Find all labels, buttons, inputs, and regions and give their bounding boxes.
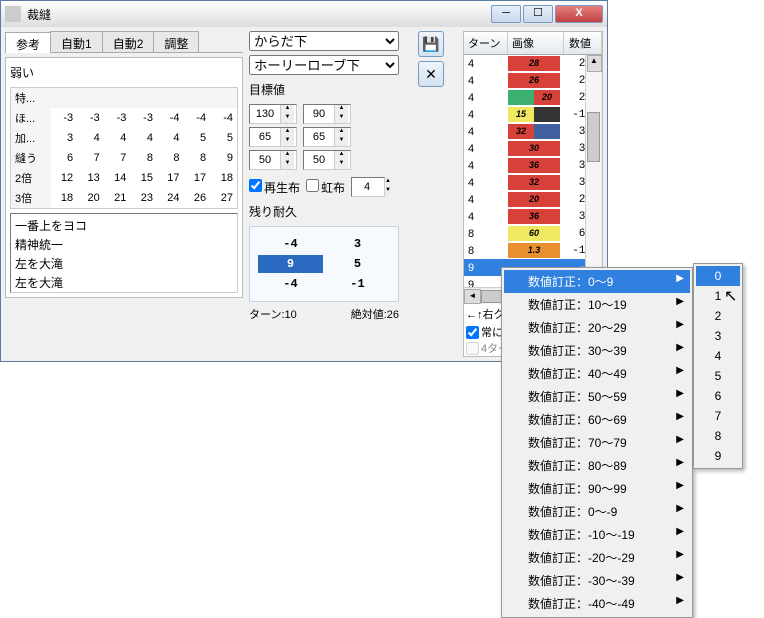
table-row[interactable]: 42828 [464,55,602,72]
titlebar: 裁縫 ─ ☐ X [1,1,607,27]
table-row[interactable]: 86060 [464,225,602,242]
table-row[interactable]: 415-15 [464,106,602,123]
weak-label: 弱い [10,64,238,81]
left-panel: 弱い 特...ほ...-3-3-3-3-4-4-4加...3444455縫う67… [5,57,243,298]
table-row[interactable]: 43232 [464,174,602,191]
target-label: 目標値 [249,81,399,98]
table-row[interactable]: 42024 [464,89,602,106]
menu-item[interactable]: 数値訂正：90～99▶ [504,477,690,500]
abs-value: 絶対値:26 [351,306,399,322]
calc-panel: -4395-4-1 [249,226,399,302]
close-button[interactable]: X [555,5,603,23]
target-spinner[interactable]: ▲▼ [249,127,297,147]
context-submenu[interactable]: 0123456789 [693,263,743,469]
category-combo[interactable]: からだ下 [249,31,399,51]
minimize-button[interactable]: ─ [491,5,521,23]
regen-checkbox[interactable]: 再生布 [249,179,300,196]
action-listbox[interactable]: 一番上をヨコ精神統一左を大滝左を大滝精神統一右を大滝 [10,213,238,293]
app-icon [5,6,21,22]
vertical-scrollbar[interactable]: ▲▼ [585,55,602,287]
list-item[interactable]: 一番上をヨコ [13,216,235,235]
tab-2[interactable]: 自動2 [102,31,155,52]
submenu-item[interactable]: 5 [696,366,740,386]
menu-item[interactable]: 数値訂正：20～29▶ [504,316,690,339]
remain-label: 残り耐久 [249,203,399,220]
menu-item[interactable]: 数値訂正：40～49▶ [504,362,690,385]
tab-3[interactable]: 調整 [153,31,199,52]
table-row[interactable]: 43636 [464,208,602,225]
submenu-item[interactable]: 2 [696,306,740,326]
table-row[interactable]: 43634 [464,157,602,174]
table-row[interactable]: 42026 [464,191,602,208]
submenu-item[interactable]: 4 [696,346,740,366]
table-row[interactable]: 43034 [464,140,602,157]
menu-item[interactable]: 数値訂正：-30～-39▶ [504,569,690,592]
submenu-item[interactable]: 0 [696,266,740,286]
submenu-item[interactable]: 9 [696,446,740,466]
col-image-header[interactable]: 画像 [508,32,564,54]
menu-item[interactable]: 数値訂正：60～69▶ [504,408,690,431]
menu-item[interactable]: 数値訂正：-20～-29▶ [504,546,690,569]
list-item[interactable]: 精神統一 [13,292,235,293]
submenu-item[interactable]: 1 [696,286,740,306]
tab-0[interactable]: 参考 [5,32,51,53]
col-value-header[interactable]: 数値 [564,32,602,54]
save-button[interactable]: 💾 [418,31,444,57]
cancel-button[interactable]: ✕ [418,61,444,87]
col-turn-header[interactable]: ターン [464,32,508,54]
submenu-item[interactable]: 8 [696,426,740,446]
context-menu[interactable]: 数値訂正：0～9▶数値訂正：10～19▶数値訂正：20～29▶数値訂正：30～3… [501,267,693,618]
target-spinner[interactable]: ▲▼ [303,104,351,124]
always-regen-checkbox[interactable] [466,326,479,339]
mid-panel: からだ下 ホーリーローブ下 目標値 ▲▼▲▼▲▼▲▼▲▼▲▼ 再生布 虹布 ▲▼… [249,31,399,357]
table-row[interactable]: 43232 [464,123,602,140]
menu-item[interactable]: 数値訂正：10～19▶ [504,293,690,316]
submenu-item[interactable]: 7 [696,406,740,426]
target-spinner[interactable]: ▲▼ [249,104,297,124]
tab-1[interactable]: 自動1 [50,31,103,52]
table-row[interactable]: 81.3-13 [464,242,602,259]
rainbow-checkbox[interactable]: 虹布 [306,179,345,196]
maximize-button[interactable]: ☐ [523,5,553,23]
menu-item[interactable]: 数値訂正：70～79▶ [504,431,690,454]
target-spinner[interactable]: ▲▼ [249,150,297,170]
difficulty-table: 特...ほ...-3-3-3-3-4-4-4加...3444455縫う67788… [10,87,238,209]
submenu-item[interactable]: 6 [696,386,740,406]
every4-checkbox [466,342,479,355]
item-combo[interactable]: ホーリーローブ下 [249,55,399,75]
menu-item[interactable]: 数値訂正：0～9▶ [504,270,690,293]
menu-item[interactable]: 数値訂正：30～39▶ [504,339,690,362]
list-item[interactable]: 精神統一 [13,235,235,254]
menu-item[interactable]: 数値訂正：-10～-19▶ [504,523,690,546]
menu-item[interactable]: 数値訂正：0～-9▶ [504,500,690,523]
tab-strip: 参考自動1自動2調整 [5,31,243,53]
target-spinner[interactable]: ▲▼ [303,150,351,170]
floppy-icon: 💾 [422,36,439,53]
menu-item[interactable]: 数値訂正：50～59▶ [504,385,690,408]
submenu-item[interactable]: 3 [696,326,740,346]
menu-item[interactable]: 数値訂正：80～89▶ [504,454,690,477]
window-title: 裁縫 [27,6,491,23]
target-spinner[interactable]: ▲▼ [303,127,351,147]
turn-count: ターン:10 [249,306,297,322]
list-item[interactable]: 左を大滝 [13,254,235,273]
small-spinner[interactable]: ▲▼ [351,177,385,197]
table-row[interactable]: 42626 [464,72,602,89]
x-icon: ✕ [425,66,437,83]
list-item[interactable]: 左を大滝 [13,273,235,292]
